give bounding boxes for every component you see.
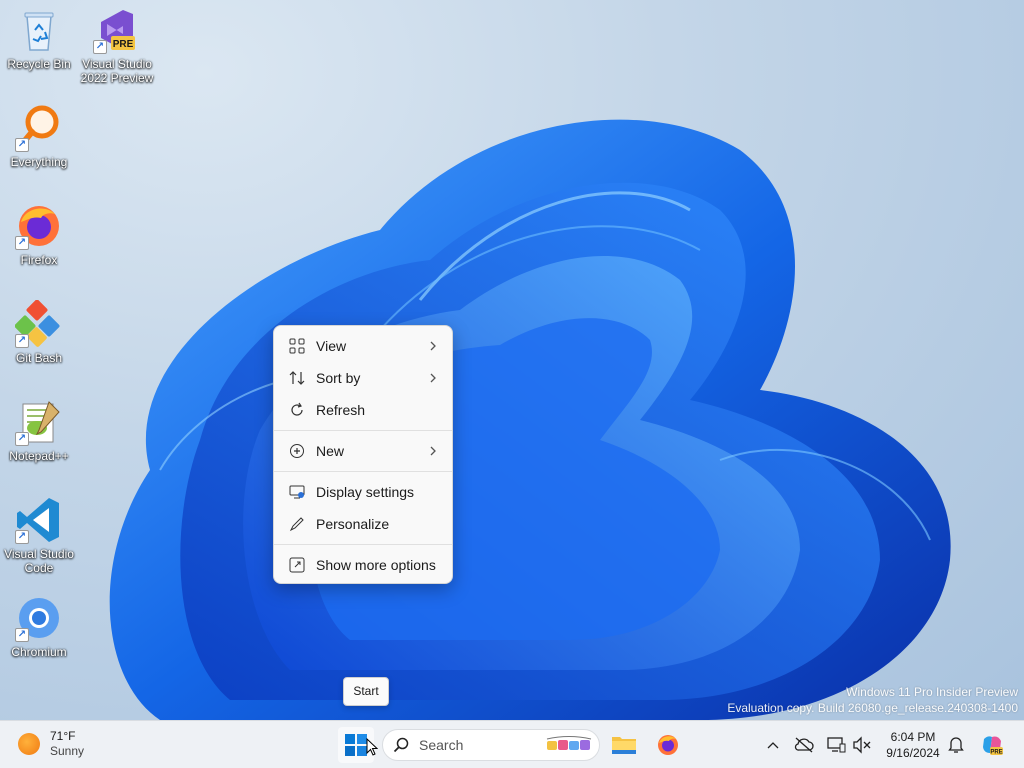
desktop-icon-label: Chromium [11,645,67,659]
watermark-line-2: Evaluation copy. Build 26080.ge_release.… [727,701,1018,715]
menu-item-sort-by[interactable]: Sort by [274,362,452,394]
desktop-icon-label: Visual Studio 2022 Preview [80,57,154,85]
evaluation-watermark: Windows 11 Pro Insider Preview Evaluatio… [727,684,1018,716]
speaker-muted-icon [853,736,871,754]
firefox-icon [658,735,678,755]
weather-widget[interactable]: 71°F Sunny [18,729,84,759]
notification-button[interactable] [946,735,966,755]
desktop-icon-visual-studio-preview[interactable]: PRE ↗ Visual Studio 2022 Preview [78,6,156,85]
menu-separator [274,430,452,431]
desktop-icon-label: Firefox [20,253,58,267]
menu-separator [274,544,452,545]
pre-badge: PRE [990,750,1002,756]
clock-date: 9/16/2024 [886,746,940,760]
file-explorer-taskbar-button[interactable] [606,727,642,763]
sun-icon [18,733,40,755]
chevron-right-icon [430,341,436,351]
windows-logo-icon [345,734,367,756]
copilot-button[interactable]: PRE [980,733,1004,757]
desktop-icon-label: Everything [10,155,68,169]
desktop-icon-notepad-plus-plus[interactable]: ↗ Notepad++ [0,398,78,463]
network-icon [827,737,846,753]
desktop-icon-label: Notepad++ [9,449,69,463]
chevron-right-icon [430,446,436,456]
taskbar-search-box[interactable]: Search [382,729,600,761]
weather-condition: Sunny [50,744,85,758]
desktop-icon-everything[interactable]: ↗ Everything [0,104,78,169]
search-highlight-icon [546,736,592,750]
taskbar-clock[interactable]: 6:04 PM 9/16/2024 [878,729,948,761]
shortcut-arrow-icon: ↗ [15,628,29,642]
refresh-icon [288,401,306,419]
shortcut-arrow-icon: ↗ [15,138,29,152]
menu-item-show-more-options[interactable]: Show more options [274,549,452,581]
menu-item-label: Show more options [316,557,436,573]
desktop-icon-git-bash[interactable]: ↗ Git Bash [0,300,78,365]
start-tooltip: Start [343,677,389,706]
desktop-icon-recycle-bin[interactable]: Recycle Bin [0,6,78,71]
volume-tray-button[interactable] [852,735,872,755]
taskbar: 71°F Sunny Search 6:04 PM 9/16/2024 PRE [0,720,1024,768]
show-hidden-icons-button[interactable] [763,735,783,755]
bell-icon [948,737,964,753]
menu-item-view[interactable]: View [274,330,452,362]
pre-badge: PRE [113,39,134,50]
desktop-icon-label: Recycle Bin [7,57,71,71]
watermark-line-1: Windows 11 Pro Insider Preview [846,685,1018,699]
desktop-icon-firefox[interactable]: ↗ Firefox [0,202,78,267]
chevron-right-icon [430,373,436,383]
desktop[interactable]: Recycle Bin PRE ↗ Visual Studio 2022 Pre… [0,0,1024,720]
clock-time: 6:04 PM [890,730,936,744]
menu-separator [274,471,452,472]
shortcut-arrow-icon: ↗ [15,432,29,446]
wallpaper-bloom [109,119,951,720]
sort-icon [288,369,306,387]
shortcut-arrow-icon: ↗ [15,530,29,544]
desktop-icon-label: Visual Studio Code [4,547,74,575]
shortcut-arrow-icon: ↗ [15,236,29,250]
mouse-cursor-icon [366,738,378,756]
shortcut-arrow-icon: ↗ [15,334,29,348]
desktop-icon-vscode[interactable]: ↗ Visual Studio Code [0,496,78,575]
view-grid-icon [288,337,306,355]
show-more-icon [288,556,306,574]
menu-item-label: View [316,338,347,354]
copilot-icon: PRE [983,736,1003,756]
new-plus-icon [288,442,306,460]
display-settings-icon [288,483,306,501]
menu-item-label: Refresh [316,402,366,418]
folder-icon [612,737,636,754]
recycle-bin-icon [24,12,54,51]
search-placeholder: Search [419,737,464,753]
shortcut-arrow-icon: ↗ [93,40,107,54]
desktop-icon-chromium[interactable]: ↗ Chromium [0,594,78,659]
pen-icon [288,515,306,533]
menu-item-label: Display settings [316,484,415,500]
chevron-up-icon [767,742,779,749]
desktop-context-menu: View Sort by Refresh New Display setting… [273,325,453,584]
menu-item-display-settings[interactable]: Display settings [274,476,452,508]
weather-temperature: 71°F [50,729,76,743]
menu-item-label: Sort by [316,370,361,386]
search-icon [393,737,409,753]
onedrive-tray-button[interactable] [794,735,814,755]
network-tray-button[interactable] [826,735,846,755]
desktop-icon-label: Git Bash [15,351,63,365]
menu-item-personalize[interactable]: Personalize [274,508,452,540]
cloud-offline-icon [794,737,814,753]
menu-item-label: New [316,443,345,459]
menu-item-refresh[interactable]: Refresh [274,394,452,426]
firefox-taskbar-button[interactable] [650,727,686,763]
menu-item-new[interactable]: New [274,435,452,467]
menu-item-label: Personalize [316,516,390,532]
